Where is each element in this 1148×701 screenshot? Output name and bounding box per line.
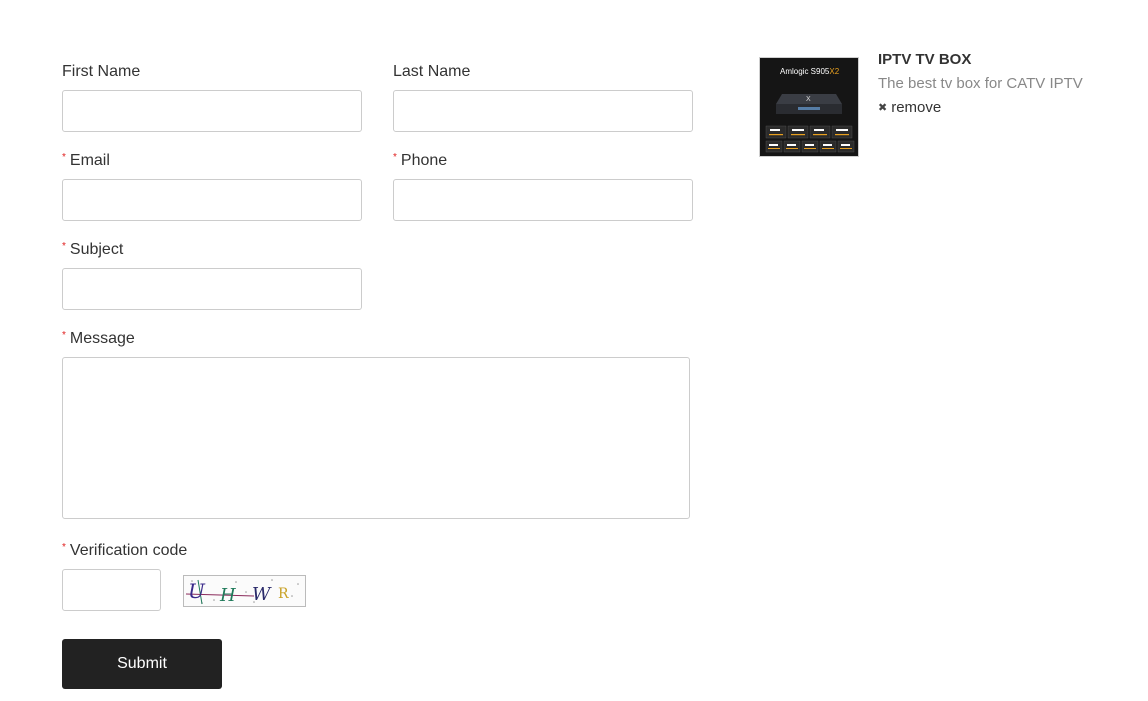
required-marker: * <box>62 330 66 341</box>
first-name-input[interactable] <box>62 90 362 132</box>
verification-label: * Verification code <box>62 542 188 559</box>
captcha-char: R <box>278 586 289 602</box>
subject-input[interactable] <box>62 268 362 310</box>
captcha-char: H <box>219 585 236 606</box>
remove-product-link[interactable]: ✖ remove <box>878 99 941 116</box>
product-description: The best tv box for CATV IPTV <box>878 75 1083 92</box>
svg-text:X: X <box>806 96 811 103</box>
product-thumbnail[interactable]: Amlogic S905X2 X <box>759 57 859 157</box>
captcha-char: W <box>252 584 272 605</box>
email-label: * Email <box>62 152 110 169</box>
captcha-image[interactable]: U H W R <box>183 575 306 607</box>
last-name-input[interactable] <box>393 90 693 132</box>
product-title[interactable]: IPTV TV BOX <box>878 51 971 68</box>
phone-input[interactable] <box>393 179 693 221</box>
submit-button[interactable]: Submit <box>62 639 222 689</box>
first-name-label: First Name <box>62 63 141 80</box>
email-input[interactable] <box>62 179 362 221</box>
captcha-char: U <box>188 579 206 603</box>
phone-label: * Phone <box>393 152 448 169</box>
last-name-label: Last Name <box>393 63 471 80</box>
message-textarea[interactable] <box>62 357 690 519</box>
captcha-graphic: U H W R <box>185 579 299 606</box>
required-marker: * <box>62 241 66 252</box>
thumb-brand-text: Amlogic S905X2 <box>780 67 840 76</box>
required-marker: * <box>393 152 397 163</box>
remove-label: remove <box>891 99 942 116</box>
required-marker: * <box>62 542 66 553</box>
message-label: * Message <box>62 330 135 347</box>
close-icon: ✖ <box>878 102 888 114</box>
required-marker: * <box>62 152 66 163</box>
tv-box-image: Amlogic S905X2 X <box>760 58 858 156</box>
contact-form-page: First Name Last Name * Email * Phone * Subj… <box>0 0 1148 701</box>
verification-code-input[interactable] <box>62 569 161 611</box>
subject-label: * Subject <box>62 241 124 258</box>
